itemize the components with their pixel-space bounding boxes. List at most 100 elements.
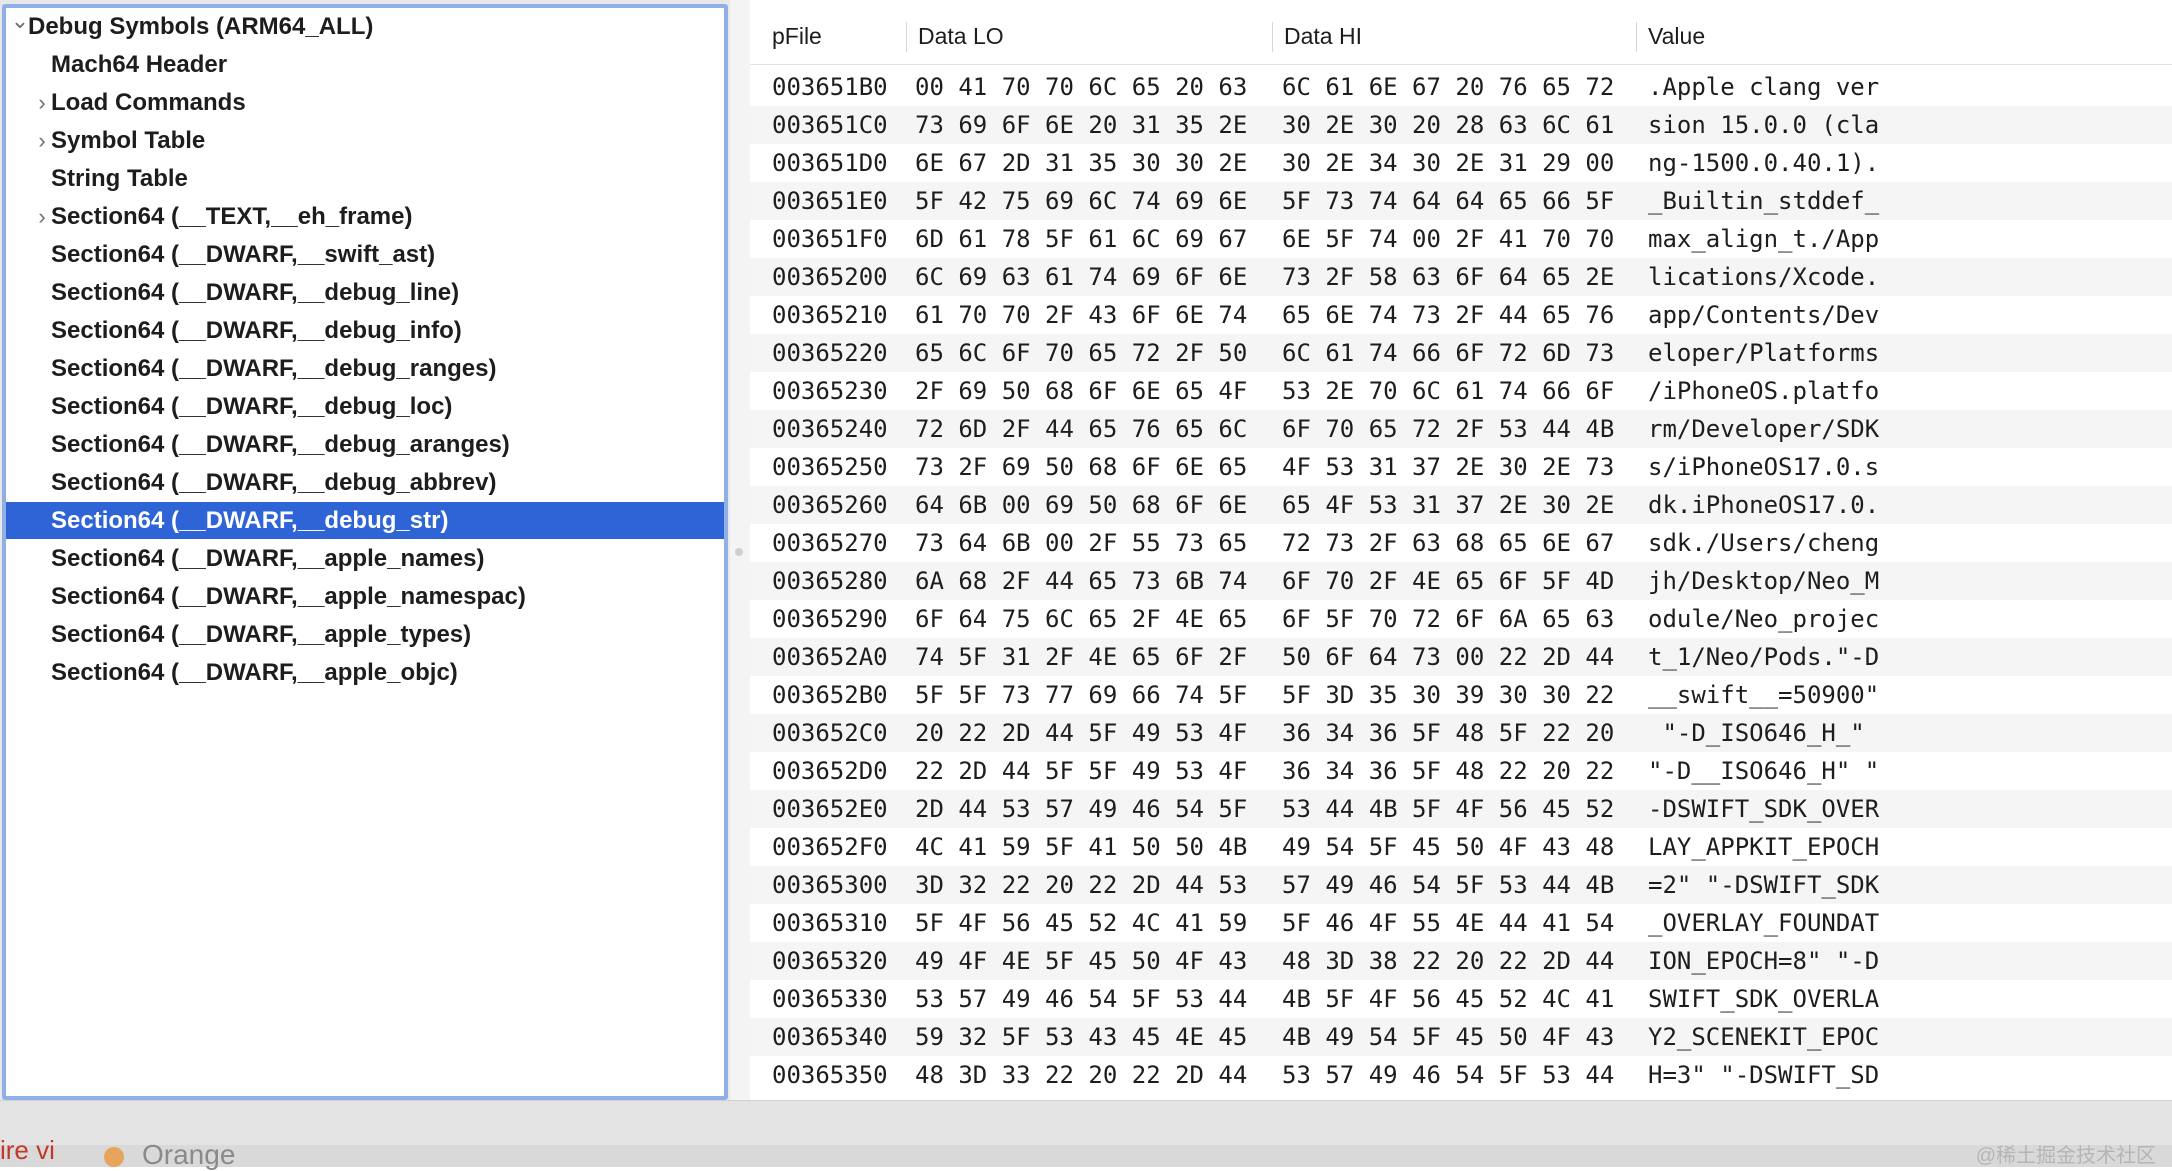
cell-data-hi: 36 34 36 5F 48 5F 22 20 <box>1282 719 1615 747</box>
cell-pfile: 003652E0 <box>772 795 888 823</box>
table-row[interactable]: 003651B0 00 41 70 70 6C 65 20 63 6C 61 6E … <box>750 68 2172 106</box>
column-separator[interactable] <box>906 22 907 52</box>
table-row[interactable]: 003652F0 4C 41 59 5F 41 50 50 4B 49 54 5F … <box>750 828 2172 866</box>
table-row[interactable]: 00365220 65 6C 6F 70 65 72 2F 50 6C 61 74 … <box>750 334 2172 372</box>
table-row[interactable]: 003651E0 5F 42 75 69 6C 74 69 6E 5F 73 74 … <box>750 182 2172 220</box>
table-row[interactable]: 00365350 48 3D 33 22 20 22 2D 44 53 57 49 … <box>750 1056 2172 1094</box>
column-header-pfile[interactable]: pFile <box>772 8 822 64</box>
outline-item-label: Section64 (__DWARF,__debug_aranges) <box>51 431 510 458</box>
outline-item[interactable]: › Symbol Table <box>6 122 724 159</box>
cell-pfile: 003651B0 <box>772 73 888 101</box>
chevron-right-icon[interactable]: › <box>32 122 52 159</box>
column-separator[interactable] <box>1636 22 1637 52</box>
table-row[interactable]: 00365310 5F 4F 56 45 52 4C 41 59 5F 46 4F … <box>750 904 2172 942</box>
table-row[interactable]: 00365330 53 57 49 46 54 5F 53 44 4B 5F 4F … <box>750 980 2172 1018</box>
outline-item-label: Symbol Table <box>51 127 206 154</box>
table-row[interactable]: 00365320 49 4F 4E 5F 45 50 4F 43 48 3D 38 … <box>750 942 2172 980</box>
cell-data-lo: 73 2F 69 50 68 6F 6E 65 <box>915 453 1248 481</box>
outline-panel[interactable]: ⌄ Debug Symbols (ARM64_ALL) Mach64 Header ›… <box>2 4 728 1100</box>
table-row[interactable]: 003652E0 2D 44 53 57 49 46 54 5F 53 44 4B … <box>750 790 2172 828</box>
chevron-right-icon[interactable]: › <box>32 84 52 121</box>
outline-item[interactable]: Section64 (__DWARF,__apple_objc) <box>6 654 724 691</box>
cell-data-lo: 6A 68 2F 44 65 73 6B 74 <box>915 567 1248 595</box>
column-header-data-lo[interactable]: Data LO <box>918 8 1004 64</box>
cell-data-hi: 53 44 4B 5F 4F 56 45 52 <box>1282 795 1615 823</box>
table-row[interactable]: 00365200 6C 69 63 61 74 69 6F 6E 73 2F 58 … <box>750 258 2172 296</box>
cell-pfile: 00365230 <box>772 377 888 405</box>
outline-item[interactable]: Section64 (__DWARF,__debug_aranges) <box>6 426 724 463</box>
table-row[interactable]: 003652C0 20 22 2D 44 5F 49 53 4F 36 34 36 … <box>750 714 2172 752</box>
table-row[interactable]: 00365340 59 32 5F 53 43 45 4E 45 4B 49 54 … <box>750 1018 2172 1056</box>
table-row[interactable]: 003652D0 22 2D 44 5F 5F 49 53 4F 36 34 36 … <box>750 752 2172 790</box>
outline-item-label: Load Commands <box>51 89 246 116</box>
outline-item[interactable]: Section64 (__DWARF,__debug_abbrev) <box>6 464 724 501</box>
outline-item-label: Debug Symbols (ARM64_ALL) <box>28 13 374 40</box>
table-header: pFile Data LO Data HI Value <box>750 8 2172 65</box>
cell-data-lo: 22 2D 44 5F 5F 49 53 4F <box>915 757 1248 785</box>
chevron-right-icon[interactable]: › <box>32 198 52 235</box>
table-row[interactable]: 003651F0 6D 61 78 5F 61 6C 69 67 6E 5F 74 … <box>750 220 2172 258</box>
cell-data-lo: 74 5F 31 2F 4E 65 6F 2F <box>915 643 1248 671</box>
outline-item[interactable]: Section64 (__DWARF,__debug_line) <box>6 274 724 311</box>
outline-item[interactable]: › Section64 (__TEXT,__eh_frame) <box>6 198 724 235</box>
outline-item-label: Section64 (__DWARF,__debug_str) <box>51 507 449 534</box>
table-row[interactable]: 00365260 64 6B 00 69 50 68 6F 6E 65 4F 53 … <box>750 486 2172 524</box>
table-row[interactable]: 00365230 2F 69 50 68 6F 6E 65 4F 53 2E 70 … <box>750 372 2172 410</box>
table-row[interactable]: 00365250 73 2F 69 50 68 6F 6E 65 4F 53 31 … <box>750 448 2172 486</box>
cell-data-lo: 00 41 70 70 6C 65 20 63 <box>915 73 1248 101</box>
orange-tag-label: Orange <box>142 1139 236 1170</box>
cell-pfile: 003652D0 <box>772 757 888 785</box>
outline-item[interactable]: › Load Commands <box>6 84 724 121</box>
cell-value: Y2_SCENEKIT_EPOC <box>1648 1023 1880 1051</box>
outline-item[interactable]: Section64 (__DWARF,__swift_ast) <box>6 236 724 273</box>
cell-value: max_align_t./App <box>1648 225 1880 253</box>
cell-data-hi: 30 2E 34 30 2E 31 29 00 <box>1282 149 1615 177</box>
cell-value: /iPhoneOS.platfo <box>1648 377 1880 405</box>
cell-data-lo: 61 70 70 2F 43 6F 6E 74 <box>915 301 1248 329</box>
cell-data-lo: 5F 5F 73 77 69 66 74 5F <box>915 681 1248 709</box>
outline-item[interactable]: String Table <box>6 160 724 197</box>
table-row[interactable]: 00365270 73 64 6B 00 2F 55 73 65 72 73 2F … <box>750 524 2172 562</box>
column-header-data-hi[interactable]: Data HI <box>1284 8 1362 64</box>
divider-handle[interactable] <box>735 548 743 556</box>
hex-table[interactable]: pFile Data LO Data HI Value 003651B0 00 4… <box>750 0 2172 1100</box>
table-row[interactable]: 00365290 6F 64 75 6C 65 2F 4E 65 6F 5F 70 … <box>750 600 2172 638</box>
outline-item[interactable]: Section64 (__DWARF,__debug_info) <box>6 312 724 349</box>
cell-pfile: 003651D0 <box>772 149 888 177</box>
column-header-value[interactable]: Value <box>1648 8 1705 64</box>
table-row[interactable]: 003652A0 74 5F 31 2F 4E 65 6F 2F 50 6F 64 … <box>750 638 2172 676</box>
outline-item[interactable]: Mach64 Header <box>6 46 724 83</box>
table-row[interactable]: 00365240 72 6D 2F 44 65 76 65 6C 6F 70 65 … <box>750 410 2172 448</box>
table-row[interactable]: 00365280 6A 68 2F 44 65 73 6B 74 6F 70 2F … <box>750 562 2172 600</box>
table-row[interactable]: 003651C0 73 69 6F 6E 20 31 35 2E 30 2E 30 … <box>750 106 2172 144</box>
cell-data-hi: 4B 49 54 5F 45 50 4F 43 <box>1282 1023 1615 1051</box>
cell-data-lo: 6F 64 75 6C 65 2F 4E 65 <box>915 605 1248 633</box>
cell-value: rm/Developer/SDK <box>1648 415 1880 443</box>
outline-item[interactable]: Section64 (__DWARF,__debug_str) <box>6 502 724 539</box>
cell-data-hi: 73 2F 58 63 6F 64 65 2E <box>1282 263 1615 291</box>
cell-pfile: 00365310 <box>772 909 888 937</box>
chevron-down-icon[interactable]: ⌄ <box>10 8 30 39</box>
outline-item[interactable]: Section64 (__DWARF,__debug_loc) <box>6 388 724 425</box>
outline-item-label: Section64 (__DWARF,__debug_loc) <box>51 393 453 420</box>
outline-item[interactable]: Section64 (__DWARF,__apple_types) <box>6 616 724 653</box>
table-row[interactable]: 00365300 3D 32 22 20 22 2D 44 53 57 49 46 … <box>750 866 2172 904</box>
outline-item[interactable]: Section64 (__DWARF,__debug_ranges) <box>6 350 724 387</box>
cell-data-lo: 53 57 49 46 54 5F 53 44 <box>915 985 1248 1013</box>
outline-item-label: Section64 (__DWARF,__apple_namespac) <box>51 583 526 610</box>
outline-item[interactable]: Section64 (__DWARF,__apple_names) <box>6 540 724 577</box>
outline-item[interactable]: Section64 (__DWARF,__apple_namespac) <box>6 578 724 615</box>
column-separator[interactable] <box>1272 22 1273 52</box>
table-row[interactable]: 00365210 61 70 70 2F 43 6F 6E 74 65 6E 74 … <box>750 296 2172 334</box>
cell-data-hi: 5F 3D 35 30 39 30 30 22 <box>1282 681 1615 709</box>
split-view-divider[interactable] <box>730 0 750 1100</box>
cell-pfile: 00365320 <box>772 947 888 975</box>
cell-value: app/Contents/Dev <box>1648 301 1880 329</box>
outline-root-item[interactable]: ⌄ Debug Symbols (ARM64_ALL) <box>6 8 724 45</box>
cell-data-hi: 6E 5F 74 00 2F 41 70 70 <box>1282 225 1615 253</box>
cell-pfile: 00365330 <box>772 985 888 1013</box>
cell-data-lo: 3D 32 22 20 22 2D 44 53 <box>915 871 1248 899</box>
cell-data-hi: 30 2E 30 20 28 63 6C 61 <box>1282 111 1615 139</box>
table-row[interactable]: 003651D0 6E 67 2D 31 35 30 30 2E 30 2E 34 … <box>750 144 2172 182</box>
table-row[interactable]: 003652B0 5F 5F 73 77 69 66 74 5F 5F 3D 35 … <box>750 676 2172 714</box>
